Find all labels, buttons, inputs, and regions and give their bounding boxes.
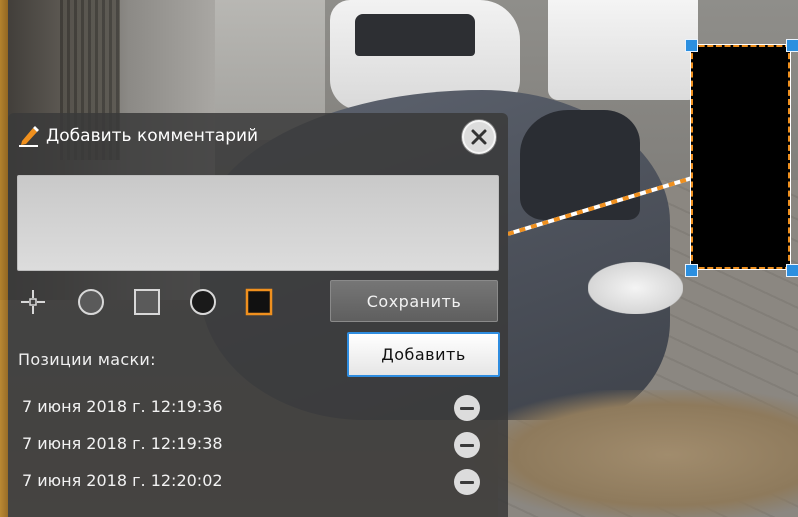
panel-header: Добавить комментарий — [18, 125, 258, 147]
position-timestamp[interactable]: 7 июня 2018 г. 12:20:02 — [22, 471, 223, 490]
minus-icon — [460, 406, 474, 410]
position-timestamp[interactable]: 7 июня 2018 г. 12:19:36 — [22, 397, 223, 416]
remove-position-button[interactable] — [454, 469, 480, 495]
mask-resize-handle-bottom-left[interactable] — [685, 264, 698, 277]
circle-filled-tool-button[interactable] — [188, 287, 218, 317]
pencil-icon — [18, 125, 40, 147]
crosshair-icon — [21, 290, 45, 314]
grey-car-window — [520, 110, 640, 220]
mask-resize-handle-top-right[interactable] — [786, 39, 798, 52]
list-item: 7 июня 2018 г. 12:20:02 — [8, 463, 508, 500]
mask-positions-label: Позиции маски: — [18, 350, 156, 369]
add-position-button[interactable]: Добавить — [347, 332, 500, 377]
circle-outline-tool-button[interactable] — [76, 287, 106, 317]
white-car-window — [355, 14, 475, 56]
mask-shape-toolbar — [18, 285, 300, 319]
list-item: 7 июня 2018 г. 12:19:36 — [8, 389, 508, 426]
square-filled-icon — [245, 288, 273, 316]
position-timestamp[interactable]: 7 июня 2018 г. 12:19:38 — [22, 434, 223, 453]
panel-title: Добавить комментарий — [46, 126, 259, 146]
minus-icon — [460, 443, 474, 447]
mask-resize-handle-bottom-right[interactable] — [786, 264, 798, 277]
comment-input[interactable] — [17, 175, 499, 271]
mask-positions-list: 7 июня 2018 г. 12:19:36 7 июня 2018 г. 1… — [8, 389, 508, 500]
add-comment-panel: Добавить комментарий Сохранить Позиции м… — [8, 113, 508, 517]
list-item: 7 июня 2018 г. 12:19:38 — [8, 426, 508, 463]
plastic-bag — [588, 262, 683, 314]
save-button[interactable]: Сохранить — [330, 280, 498, 322]
view-frame-edge — [0, 0, 8, 517]
circle-outline-icon — [78, 289, 104, 315]
minus-icon — [460, 480, 474, 484]
square-outline-icon — [134, 289, 160, 315]
sand-pile — [470, 390, 798, 517]
crosshair-tool-button[interactable] — [18, 287, 48, 317]
remove-position-button[interactable] — [454, 395, 480, 421]
remove-position-button[interactable] — [454, 432, 480, 458]
close-icon — [471, 129, 487, 145]
close-button[interactable] — [462, 120, 496, 154]
privacy-mask-rectangle[interactable] — [690, 44, 791, 270]
square-filled-tool-button[interactable] — [244, 287, 274, 317]
square-outline-tool-button[interactable] — [132, 287, 162, 317]
mask-resize-handle-top-left[interactable] — [685, 39, 698, 52]
white-van — [548, 0, 698, 100]
circle-filled-icon — [190, 289, 216, 315]
